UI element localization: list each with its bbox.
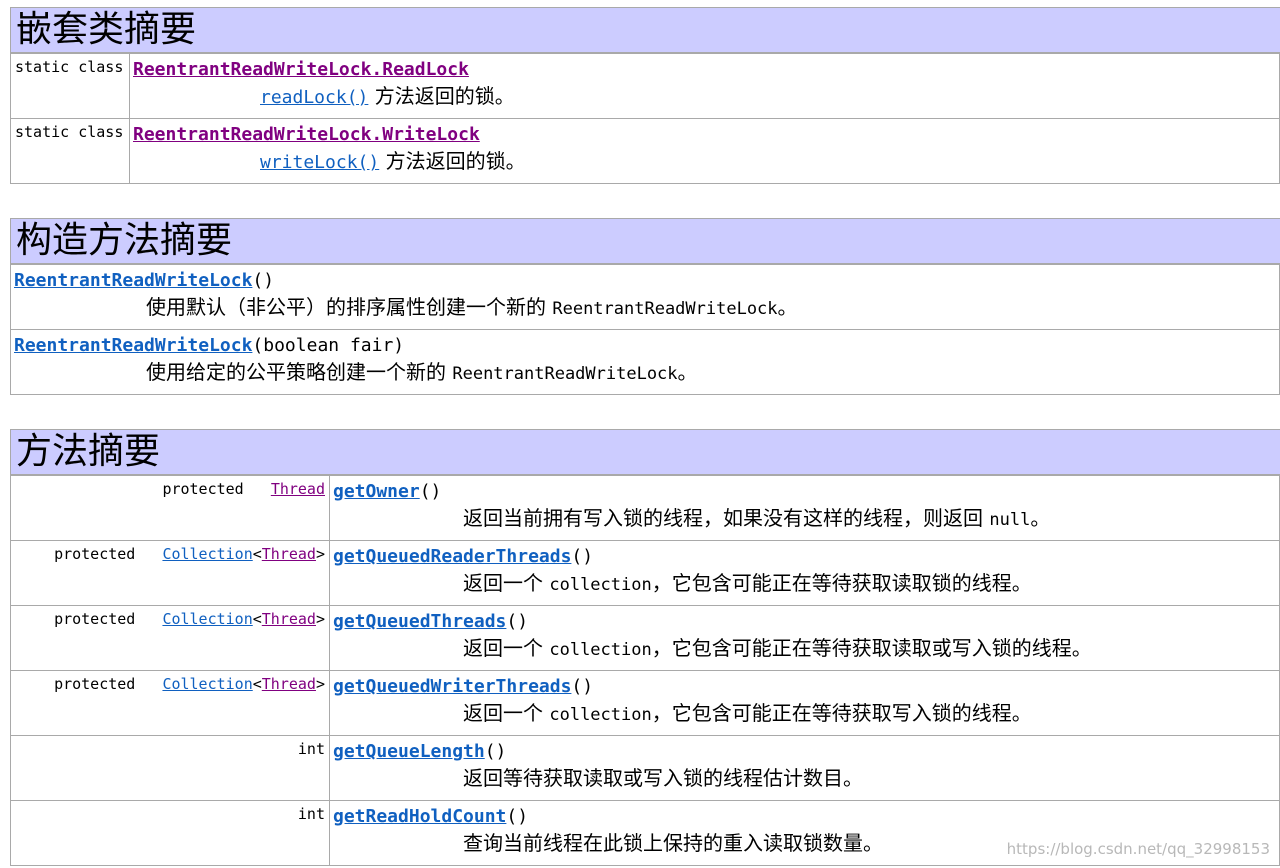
modifier: int — [297, 740, 325, 758]
type-link-thread[interactable]: Thread — [271, 480, 325, 498]
method-link-getqueuedwriterthreads[interactable]: getQueuedWriterThreads — [333, 676, 571, 697]
class-link-readlock[interactable]: ReentrantReadWriteLock.ReadLock — [133, 59, 469, 80]
section-title: 嵌套类摘要 — [10, 7, 1280, 53]
description-end: ，它包含可能正在等待获取读取或写入锁的线程。 — [651, 636, 1092, 660]
table-row: ReentrantReadWriteLock() 使用默认（非公平）的排序属性创… — [10, 264, 1280, 330]
method-link-getqueuelength[interactable]: getQueueLength — [333, 741, 485, 762]
description-end: ，它包含可能正在等待获取读取锁的线程。 — [651, 571, 1032, 595]
description: 方法返回的锁。 — [385, 149, 526, 173]
description: 返回一个 — [463, 701, 543, 725]
code: ReentrantReadWriteLock — [552, 299, 778, 319]
method-link-getowner[interactable]: getOwner — [333, 481, 420, 502]
params: () — [252, 270, 275, 291]
params: () — [571, 546, 594, 567]
description: 使用默认（非公平）的排序属性创建一个新的 — [146, 295, 546, 319]
nested-class-summary: 嵌套类摘要 static class ReentrantReadWriteLoc… — [10, 7, 1280, 184]
modifier: static class — [15, 123, 124, 141]
modifier: protected — [54, 610, 136, 628]
type-link-thread[interactable]: Thread — [262, 545, 316, 563]
code: collection — [549, 705, 652, 725]
type-link-thread[interactable]: Thread — [262, 610, 316, 628]
params: () — [419, 481, 442, 502]
params: (boolean fair) — [252, 335, 405, 356]
section-title: 方法摘要 — [10, 429, 1280, 475]
constructor-link[interactable]: ReentrantReadWriteLock — [14, 270, 252, 291]
method-summary: 方法摘要 protected Thread getOwner() 返回当前拥有写… — [10, 429, 1280, 866]
description: 返回一个 — [463, 571, 543, 595]
type-link-collection[interactable]: Collection — [162, 610, 252, 628]
table-row: protected Thread getOwner() 返回当前拥有写入锁的线程… — [10, 475, 1280, 541]
table-row: protected Collection<Thread> getQueuedWr… — [10, 670, 1280, 736]
description: 查询当前线程在此锁上保持的重入读取锁数量。 — [463, 831, 883, 855]
modifier: int — [297, 805, 325, 823]
description-end: ，它包含可能正在等待获取写入锁的线程。 — [651, 701, 1032, 725]
class-link-writelock[interactable]: ReentrantReadWriteLock.WriteLock — [133, 124, 480, 145]
params: () — [484, 741, 507, 762]
code: ReentrantReadWriteLock — [452, 364, 678, 384]
params: () — [506, 611, 529, 632]
modifier: protected — [54, 675, 136, 693]
table-row: static class ReentrantReadWriteLock.Read… — [10, 53, 1280, 119]
description: 使用给定的公平策略创建一个新的 — [146, 360, 446, 384]
method-link-getreadholdcount[interactable]: getReadHoldCount — [333, 806, 506, 827]
method-table: protected Thread getOwner() 返回当前拥有写入锁的线程… — [10, 475, 1280, 866]
watermark: https://blog.csdn.net/qq_32998153 — [1006, 840, 1270, 858]
description: 方法返回的锁。 — [374, 84, 515, 108]
method-link-getqueuedreaderthreads[interactable]: getQueuedReaderThreads — [333, 546, 571, 567]
modifier: protected — [162, 480, 244, 498]
description: 返回一个 — [463, 636, 543, 660]
type-link-collection[interactable]: Collection — [162, 545, 252, 563]
table-row: protected Collection<Thread> getQueuedTh… — [10, 605, 1280, 671]
description-end: 。 — [777, 295, 798, 319]
modifier: static class — [15, 58, 124, 76]
description-end: 。 — [1030, 506, 1051, 530]
code: collection — [549, 575, 652, 595]
method-link-readlock[interactable]: readLock() — [260, 87, 368, 108]
description: 返回等待获取读取或写入锁的线程估计数目。 — [463, 766, 863, 790]
code: collection — [549, 640, 652, 660]
modifier: protected — [54, 545, 136, 563]
description: 返回当前拥有写入锁的线程，如果没有这样的线程，则返回 — [463, 506, 983, 530]
code: null — [989, 510, 1031, 530]
type-link-collection[interactable]: Collection — [162, 675, 252, 693]
constructor-summary: 构造方法摘要 ReentrantReadWriteLock() 使用默认（非公平… — [10, 218, 1280, 395]
nested-class-table: static class ReentrantReadWriteLock.Read… — [10, 53, 1280, 184]
method-link-getqueuedthreads[interactable]: getQueuedThreads — [333, 611, 506, 632]
section-title: 构造方法摘要 — [10, 218, 1280, 264]
table-row: static class ReentrantReadWriteLock.Writ… — [10, 118, 1280, 184]
description-end: 。 — [677, 360, 698, 384]
table-row: int getQueueLength() 返回等待获取读取或写入锁的线程估计数目… — [10, 735, 1280, 801]
table-row: protected Collection<Thread> getQueuedRe… — [10, 540, 1280, 606]
params: () — [506, 806, 529, 827]
table-row: ReentrantReadWriteLock(boolean fair) 使用给… — [10, 329, 1280, 395]
method-link-writelock[interactable]: writeLock() — [260, 152, 379, 173]
params: () — [571, 676, 594, 697]
constructor-link[interactable]: ReentrantReadWriteLock — [14, 335, 252, 356]
constructor-table: ReentrantReadWriteLock() 使用默认（非公平）的排序属性创… — [10, 264, 1280, 395]
type-link-thread[interactable]: Thread — [262, 675, 316, 693]
